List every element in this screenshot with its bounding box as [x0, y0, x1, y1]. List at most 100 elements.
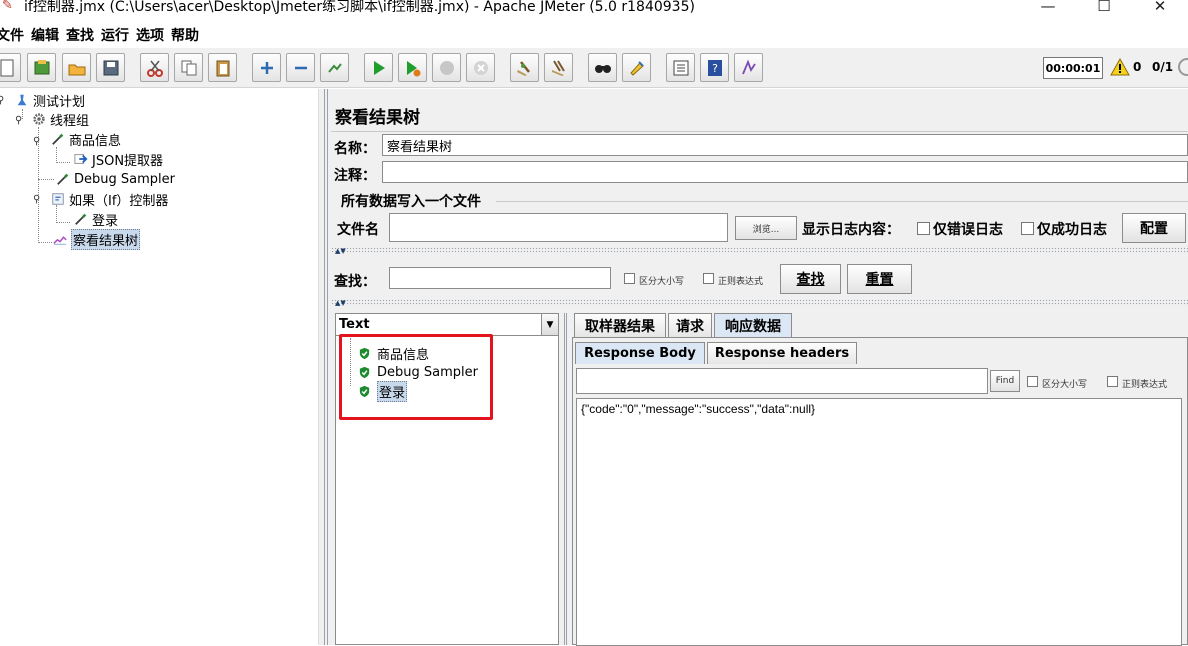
remote-icon	[1178, 58, 1188, 76]
menu-options[interactable]: 选项	[136, 25, 171, 45]
renderer-value: Text	[339, 317, 370, 332]
arrow-right-icon	[73, 151, 89, 167]
main-splitter[interactable]	[318, 89, 331, 645]
renderer-select[interactable]: Text ▼	[336, 314, 558, 336]
collapse-strip[interactable]	[331, 247, 1188, 254]
close-button[interactable]: ✕	[1132, 0, 1188, 18]
collapse-all-button[interactable]	[286, 53, 315, 82]
tree-item-label: 如果（If）控制器	[69, 193, 169, 209]
tree-item-if-controller[interactable]: 如果（If）控制器	[50, 190, 169, 209]
menu-file[interactable]: 文件	[0, 25, 31, 45]
success-only-checkbox[interactable]	[1021, 222, 1034, 235]
response-regex-checkbox[interactable]	[1107, 376, 1118, 387]
subtab-response-headers[interactable]: Response headers	[707, 342, 857, 364]
expand-icon	[260, 61, 273, 74]
start-icon	[373, 60, 385, 75]
browse-button[interactable]: 浏览...	[735, 216, 797, 240]
function-helper-button[interactable]	[666, 53, 695, 82]
menu-search[interactable]: 查找	[66, 25, 101, 45]
collapse-arrows-icon[interactable]: ▲▼	[335, 300, 346, 307]
tree-item-json-extractor[interactable]: JSON提取器	[73, 150, 164, 169]
reset-search-button[interactable]	[622, 53, 651, 82]
tree-item-product-info[interactable]: 商品信息	[50, 130, 121, 149]
comment-label: 注释：	[334, 168, 376, 184]
expand-handle[interactable]: ⚲	[33, 137, 40, 147]
cut-icon	[146, 60, 163, 77]
collapse-strip[interactable]	[331, 299, 1188, 306]
tree-item-label: 线程组	[50, 113, 90, 129]
start-no-pause-button[interactable]	[398, 53, 427, 82]
clear-button[interactable]	[510, 53, 539, 82]
response-regex-label: 正则表达式	[1122, 380, 1168, 390]
warning-count: 0	[1133, 60, 1142, 74]
response-case-checkbox[interactable]	[1027, 376, 1038, 387]
filename-input[interactable]	[389, 213, 728, 242]
save-button[interactable]	[96, 53, 125, 82]
find-button[interactable]: Find	[990, 370, 1020, 392]
shutdown-button[interactable]	[466, 53, 495, 82]
open-button[interactable]	[62, 53, 91, 82]
case-sensitive-checkbox[interactable]	[624, 273, 635, 284]
expand-handle[interactable]: ⚲	[33, 195, 40, 205]
tab-response-data[interactable]: 响应数据	[714, 313, 792, 337]
tab-sampler-result[interactable]: 取样器结果	[574, 313, 666, 337]
paste-button[interactable]	[208, 53, 237, 82]
name-input[interactable]: 察看结果树	[382, 134, 1188, 156]
expand-all-button[interactable]	[252, 53, 281, 82]
toggle-button[interactable]	[320, 53, 349, 82]
regex-checkbox[interactable]	[703, 273, 714, 284]
response-case-label: 区分大小写	[1042, 380, 1088, 390]
stop-button[interactable]	[432, 53, 461, 82]
clear-all-button[interactable]	[544, 53, 573, 82]
response-body-text[interactable]: {"code":"0","message":"success","data":n…	[576, 398, 1182, 646]
menu-run[interactable]: 运行	[101, 25, 136, 45]
results-splitter[interactable]	[560, 313, 570, 645]
start-button[interactable]	[364, 53, 393, 82]
subtab-response-body[interactable]: Response Body	[575, 342, 705, 364]
help-button[interactable]: ?	[700, 53, 729, 82]
maximize-button[interactable]: ☐	[1076, 0, 1132, 18]
expand-handle[interactable]: ⚲	[15, 116, 22, 126]
regex-label: 正则表达式	[718, 277, 764, 287]
copy-button[interactable]	[174, 53, 203, 82]
comment-input[interactable]	[382, 161, 1188, 183]
clear-icon	[516, 60, 530, 76]
active-threads: 0/1	[1152, 60, 1174, 74]
tab-request[interactable]: 请求	[668, 313, 712, 337]
search-input[interactable]	[389, 267, 611, 289]
tree-item-view-results-tree[interactable]: 察看结果树	[52, 228, 141, 250]
chevron-down-icon[interactable]: ▼	[541, 314, 558, 335]
response-search-input[interactable]	[576, 368, 988, 394]
new-button[interactable]	[0, 53, 21, 82]
menu-bar: 文件 编辑 查找 运行 选项 帮助	[0, 24, 206, 46]
configure-button[interactable]: 配置	[1122, 213, 1186, 243]
menu-help[interactable]: 帮助	[171, 25, 206, 45]
search-button[interactable]	[588, 53, 617, 82]
red-highlight-annotation	[339, 334, 493, 420]
collapse-arrows-icon[interactable]: ▲▼	[335, 248, 346, 255]
search-button[interactable]: 查找	[780, 264, 841, 294]
warning-icon[interactable]	[1110, 58, 1130, 76]
response-data-panel: Response Body Response headers Find 区分大小…	[572, 337, 1188, 646]
collapse-icon	[294, 66, 307, 69]
logger-button[interactable]	[734, 53, 763, 82]
if-controller-icon	[50, 191, 66, 207]
tree-item-thread-group[interactable]: 线程组	[31, 110, 90, 129]
tree-item-login[interactable]: 登录	[73, 210, 118, 229]
save-icon	[103, 60, 118, 75]
menu-edit[interactable]: 编辑	[31, 25, 66, 45]
tree-item-test-plan[interactable]: 测试计划	[14, 91, 86, 110]
reset-button[interactable]: 重置	[847, 264, 912, 294]
expand-handle[interactable]: ⚲	[0, 96, 4, 106]
errors-only-checkbox[interactable]	[917, 222, 930, 235]
tree-item-debug-sampler[interactable]: Debug Sampler	[55, 170, 175, 188]
tree-item-label: Debug Sampler	[74, 171, 175, 187]
minimize-button[interactable]: —	[1020, 0, 1076, 18]
tree-item-label: JSON提取器	[92, 153, 164, 169]
gear-icon	[31, 111, 47, 127]
cut-button[interactable]	[140, 53, 169, 82]
templates-button[interactable]	[27, 53, 56, 82]
tree-item-label: 测试计划	[33, 94, 86, 110]
svg-text:?: ?	[712, 62, 718, 75]
view-results-tree-panel: 察看结果树 名称： 察看结果树 注释： 所有数据写入一个文件 文件名 浏览...…	[331, 89, 1188, 646]
